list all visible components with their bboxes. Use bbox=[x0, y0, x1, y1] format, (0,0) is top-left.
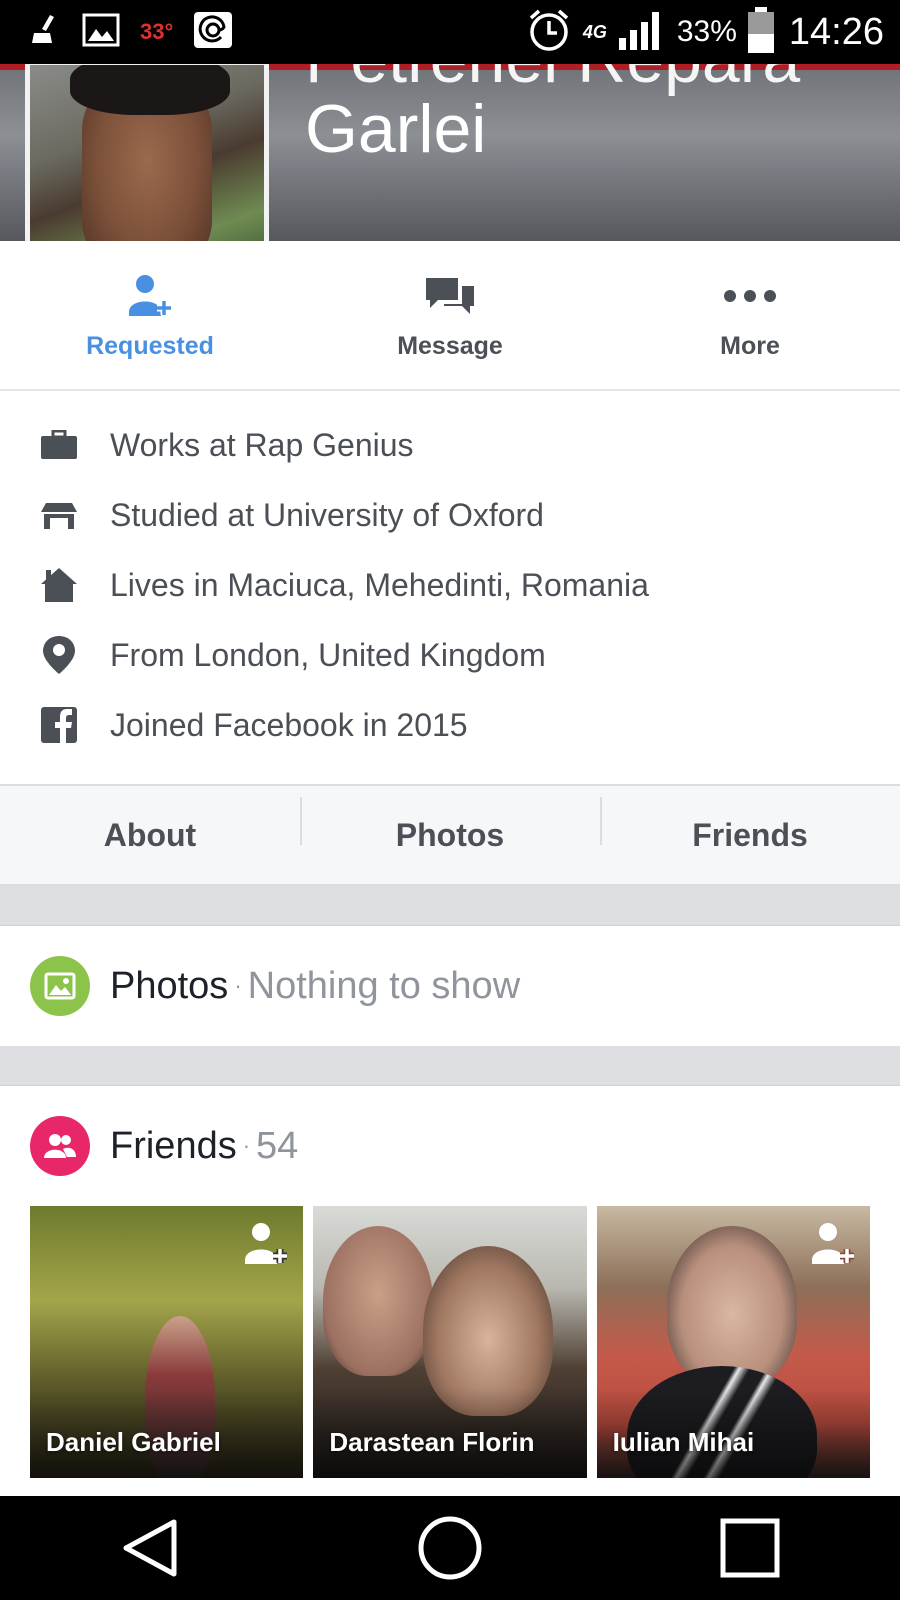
photos-section-status: Nothing to show bbox=[247, 964, 521, 1007]
message-icon bbox=[424, 270, 476, 322]
network-type: 4G bbox=[582, 21, 607, 42]
cover-photo[interactable]: Petrenel Repara Garlei bbox=[0, 64, 900, 241]
intro-work-text: Works at Rap Genius bbox=[110, 426, 414, 463]
briefcase-icon bbox=[0, 430, 110, 460]
friend-card[interactable]: Iulian Mihai bbox=[596, 1206, 870, 1478]
photos-section-separator: · bbox=[234, 973, 242, 998]
intro-education[interactable]: Studied at University of Oxford bbox=[0, 480, 900, 550]
intro-work[interactable]: Works at Rap Genius bbox=[0, 410, 900, 480]
photos-section-title: Photos bbox=[110, 964, 229, 1007]
tab-photos[interactable]: Photos bbox=[300, 796, 600, 854]
requested-label: Requested bbox=[86, 331, 214, 360]
more-icon bbox=[722, 270, 778, 322]
more-label: More bbox=[720, 331, 780, 360]
friend-name: Iulian Mihai bbox=[612, 1427, 755, 1457]
requested-button[interactable]: Requested bbox=[0, 241, 300, 389]
alarm-icon bbox=[525, 6, 573, 59]
tab-about[interactable]: About bbox=[0, 817, 300, 854]
intro-joined-text: Joined Facebook in 2015 bbox=[110, 706, 468, 743]
status-bar: 33° 4G 33% 14:26 bbox=[0, 0, 900, 64]
intro-from-text: From London, United Kingdom bbox=[110, 636, 546, 673]
friends-section-header[interactable]: Friends · 54 bbox=[0, 1086, 900, 1206]
message-button[interactable]: Message bbox=[300, 241, 600, 389]
battery-icon bbox=[747, 6, 775, 59]
profile-tabs: About Photos Friends bbox=[0, 784, 900, 886]
clock: 14:26 bbox=[788, 10, 884, 53]
friend-name: Daniel Gabriel bbox=[46, 1427, 221, 1457]
temperature-text: 33° bbox=[140, 19, 174, 44]
signal-icon bbox=[617, 8, 667, 57]
friend-name: Darastean Florin bbox=[329, 1427, 535, 1457]
at-icon bbox=[193, 11, 233, 54]
friend-card[interactable]: Daniel Gabriel bbox=[30, 1206, 304, 1478]
graduation-cap-icon bbox=[0, 500, 110, 530]
intro-joined[interactable]: Joined Facebook in 2015 bbox=[0, 690, 900, 760]
message-label: Message bbox=[397, 331, 503, 360]
photos-section-header[interactable]: Photos · Nothing to show bbox=[0, 926, 900, 1046]
section-divider bbox=[0, 1046, 900, 1086]
friends-count: 54 bbox=[256, 1124, 299, 1167]
intro-list: Works at Rap Genius Studied at Universit… bbox=[0, 410, 900, 760]
home-circle-icon[interactable] bbox=[390, 1508, 510, 1588]
battery-percent: 33% bbox=[676, 15, 737, 48]
friend-requested-icon bbox=[127, 270, 173, 322]
profile-actions: Requested Message More bbox=[0, 241, 900, 391]
intro-education-text: Studied at University of Oxford bbox=[110, 496, 544, 533]
location-pin-icon bbox=[0, 635, 110, 675]
intro-lives-text: Lives in Maciuca, Mehedinti, Romania bbox=[110, 566, 649, 603]
avatar[interactable] bbox=[25, 64, 269, 241]
photos-section-icon bbox=[30, 956, 90, 1016]
intro-from[interactable]: From London, United Kingdom bbox=[0, 620, 900, 690]
add-friend-icon[interactable] bbox=[810, 1220, 856, 1273]
recents-icon[interactable] bbox=[690, 1508, 810, 1588]
section-divider bbox=[0, 886, 900, 926]
android-nav-bar bbox=[0, 1496, 900, 1600]
friends-grid: Daniel Gabriel Darastean Florin Iulian M… bbox=[30, 1206, 870, 1478]
friends-section-icon bbox=[30, 1116, 90, 1176]
gallery-icon bbox=[82, 13, 120, 52]
more-button[interactable]: More bbox=[600, 241, 900, 389]
facebook-icon bbox=[0, 706, 110, 744]
tab-friends[interactable]: Friends bbox=[600, 796, 900, 854]
back-icon[interactable] bbox=[90, 1508, 210, 1588]
intro-lives[interactable]: Lives in Maciuca, Mehedinti, Romania bbox=[0, 550, 900, 620]
friends-section-separator: · bbox=[242, 1133, 251, 1158]
friends-section-title: Friends bbox=[110, 1124, 237, 1167]
friend-card[interactable]: Darastean Florin bbox=[313, 1206, 587, 1478]
profile-name: Garlei bbox=[305, 91, 487, 167]
broom-icon bbox=[28, 13, 62, 52]
home-icon bbox=[0, 567, 110, 603]
add-friend-icon[interactable] bbox=[243, 1220, 289, 1273]
